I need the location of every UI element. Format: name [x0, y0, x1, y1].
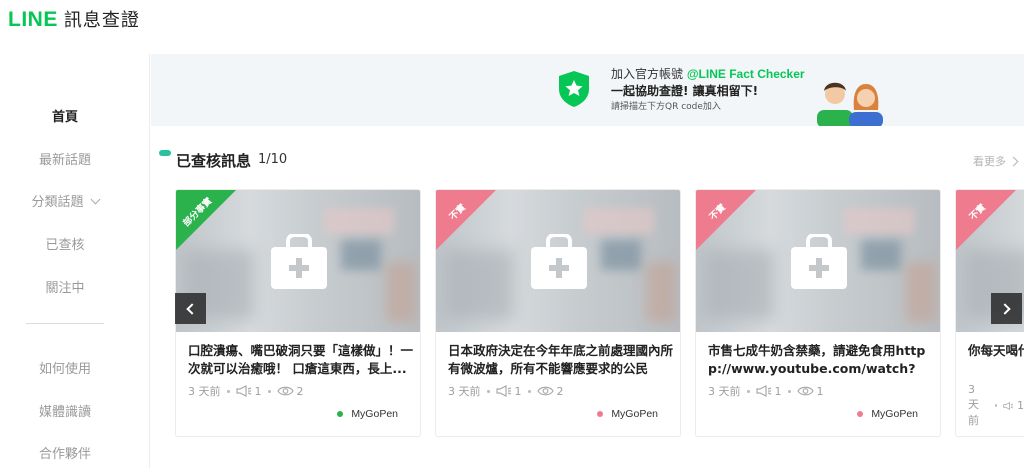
card-meta: 3 天前 1 2 — [448, 383, 564, 399]
card-time: 3 天前 — [188, 385, 221, 398]
card-title: 你每天喝什麼飲料？ 素、雌激素... — [968, 343, 1024, 358]
medical-bag-icon — [531, 234, 587, 289]
card-source: MyGoPen — [857, 408, 918, 420]
card-report-count: 1 — [1017, 399, 1024, 412]
sidebar-item-home[interactable]: 首頁 — [0, 106, 130, 125]
sidebar-item-partners[interactable]: 合作夥伴 — [0, 443, 130, 462]
megaphone-icon — [1003, 401, 1014, 410]
sidebar-item-categories-label: 分類話題 — [31, 195, 84, 210]
megaphone-icon — [495, 385, 511, 397]
banner-text: 加入官方帳號 @LINE Fact Checker 一起協助查證! 讓真相留下!… — [611, 66, 805, 114]
verdict-badge: 不實 — [436, 190, 496, 250]
medical-bag-icon — [791, 234, 847, 289]
section-count: 1/10 — [258, 152, 288, 167]
card-report-count: 1 — [514, 384, 522, 398]
eye-icon — [536, 386, 554, 396]
sidebar-item-how-to-use[interactable]: 如何使用 — [0, 358, 130, 377]
news-card[interactable]: 不實 市售七成牛奶含禁藥，請避免食用http p://www.youtube.c… — [695, 189, 941, 437]
card-time: 3 天前 — [708, 385, 741, 398]
see-more-link[interactable]: 看更多 — [973, 153, 1019, 169]
card-time: 3 天前 — [448, 385, 481, 398]
promo-banner[interactable]: 加入官方帳號 @LINE Fact Checker 一起協助查證! 讓真相留下!… — [151, 54, 1024, 126]
megaphone-icon — [755, 385, 771, 397]
people-illustration — [817, 82, 883, 126]
verdict-label: 不實 — [448, 202, 468, 223]
logo-brand: LINE — [8, 8, 58, 31]
card-view-count: 2 — [296, 384, 304, 398]
card-view-count: 2 — [556, 384, 564, 398]
header: LINE 訊息查證 — [0, 0, 1024, 54]
section-title: 已查核訊息 — [176, 152, 252, 170]
sidebar-item-latest[interactable]: 最新話題 — [0, 149, 130, 168]
card-source-name: MyGoPen — [871, 408, 918, 420]
carousel-prev-button[interactable] — [175, 293, 206, 324]
card-meta: 3 天前 1 1 — [708, 383, 824, 399]
verdict-badge: 不實 — [956, 190, 1016, 250]
card-title: 市售七成牛奶含禁藥，請避免食用http p://www.youtube.com/… — [708, 343, 926, 380]
news-card[interactable]: 不實 日本政府決定在今年年底之前處理國內所有微波爐，所有不能響應要求的公民和..… — [435, 189, 681, 437]
sidebar-item-checked[interactable]: 已查核 — [0, 234, 130, 253]
logo[interactable]: LINE 訊息查證 — [8, 6, 140, 32]
card-view-count: 1 — [816, 384, 824, 398]
banner-line1: 加入官方帳號 — [611, 67, 687, 81]
card-title: 口腔潰瘍、嘴巴破洞只要「這樣做」！一次就可以治癒哦！ 口瘡這東西，長上... — [188, 343, 414, 376]
sidebar-item-media-literacy[interactable]: 媒體識讀 — [0, 401, 130, 420]
card-time: 3 天前 — [968, 383, 979, 427]
verdict-badge: 部分事實 — [176, 190, 236, 250]
banner-account: @LINE Fact Checker — [686, 67, 805, 81]
verdict-label: 部分事實 — [181, 196, 215, 229]
section-marker — [159, 150, 171, 156]
card-meta: 3 天前 1 2 — [188, 383, 304, 399]
chevron-right-icon — [999, 302, 1011, 315]
sidebar-item-categories[interactable]: 分類話題 — [0, 191, 130, 210]
see-more-label: 看更多 — [973, 155, 1006, 168]
news-card[interactable]: 部分事實 口腔潰瘍、嘴巴破洞只要「這樣做」！一次就可以治癒哦！ 口瘡這東西，長上… — [175, 189, 421, 437]
card-thumbnail: 不實 — [436, 190, 680, 332]
card-source-name: MyGoPen — [351, 408, 398, 420]
card-source: MyGoPen — [337, 408, 398, 420]
verdict-label: 不實 — [968, 202, 988, 223]
logo-title: 訊息查證 — [63, 10, 140, 31]
megaphone-icon — [235, 385, 251, 397]
card-meta: 3 天前 1 — [968, 383, 1024, 428]
card-report-count: 1 — [774, 384, 782, 398]
card-source-name: MyGoPen — [611, 408, 658, 420]
medical-bag-icon — [271, 234, 327, 289]
shield-star-icon — [559, 71, 589, 107]
banner-line2: 一起協助查證! 讓真相留下! — [611, 84, 759, 98]
verdict-badge: 不實 — [696, 190, 756, 250]
sidebar-item-following[interactable]: 關注中 — [0, 277, 130, 296]
card-report-count: 1 — [254, 384, 262, 398]
carousel-next-button[interactable] — [991, 293, 1022, 324]
chevron-down-icon — [90, 194, 100, 205]
chevron-right-icon — [1008, 156, 1019, 167]
eye-icon — [796, 386, 814, 396]
banner-line3: 請掃描左下方QR code加入 — [611, 102, 721, 112]
sidebar-divider — [26, 323, 104, 324]
card-source: MyGoPen — [597, 408, 658, 420]
card-title: 日本政府決定在今年年底之前處理國內所有微波爐，所有不能響應要求的公民和... — [448, 343, 674, 380]
eye-icon — [276, 386, 294, 396]
chevron-left-icon — [186, 302, 198, 315]
card-thumbnail: 部分事實 — [176, 190, 420, 332]
sidebar: 首頁 最新話題 分類話題 已查核 關注中 如何使用 媒體識讀 合作夥伴 — [0, 54, 150, 468]
verdict-label: 不實 — [708, 202, 728, 223]
card-thumbnail: 不實 — [696, 190, 940, 332]
